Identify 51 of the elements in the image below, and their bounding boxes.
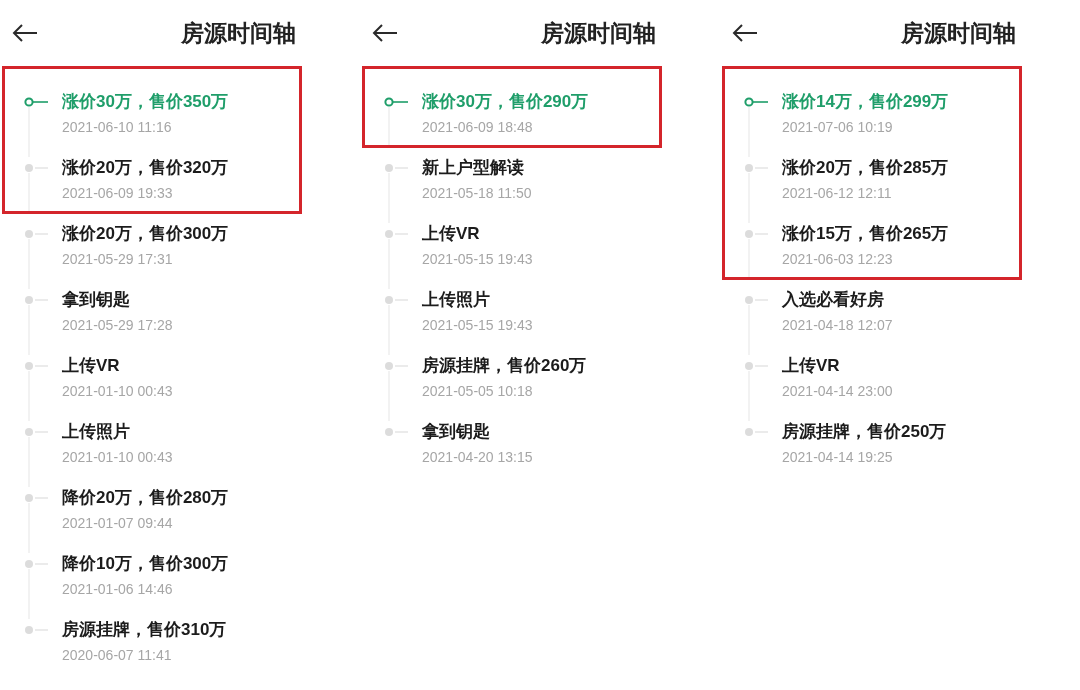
- event-time: 2021-05-29 17:31: [62, 250, 174, 269]
- event-title: 房源挂牌，售价310万: [62, 619, 227, 641]
- event-time: 2021-01-10 00:43: [62, 448, 173, 467]
- event-time: 2021-06-09 19:33: [62, 184, 174, 203]
- event-time: 2020-06-07 11:41: [62, 646, 173, 665]
- arrow-left-icon: [12, 23, 38, 43]
- event-title: 拿到钥匙: [62, 289, 131, 311]
- event-title: 上传VR: [782, 355, 841, 377]
- event-time: 2021-01-10 00:43: [62, 382, 173, 401]
- event-title: 降价10万，售价300万: [62, 553, 229, 575]
- event-time: 2021-01-07 09:44: [62, 514, 174, 533]
- event-title: 涨价30万，售价350万: [62, 91, 229, 113]
- page-title: 房源时间轴: [901, 19, 1016, 48]
- event-title: 新上户型解读: [422, 157, 525, 179]
- back-button[interactable]: [732, 23, 758, 43]
- event-time: 2021-04-18 12:07: [782, 316, 893, 335]
- back-button[interactable]: [372, 23, 398, 43]
- event-time: 2021-05-18 11:50: [422, 184, 532, 203]
- event-time: 2021-04-14 19:25: [782, 448, 894, 467]
- event-title: 拿到钥匙: [422, 421, 491, 443]
- event-time: 2021-05-29 17:28: [62, 316, 173, 335]
- event-title: 涨价15万，售价265万: [782, 223, 949, 245]
- event-time: 2021-06-03 12:23: [782, 250, 894, 269]
- event-title: 上传VR: [62, 355, 121, 377]
- arrow-left-icon: [732, 23, 758, 43]
- event-title: 涨价20万，售价320万: [62, 157, 229, 179]
- event-time: 2021-06-10 11:16: [62, 118, 173, 137]
- event-time: 2021-05-05 10:18: [422, 382, 534, 401]
- event-title: 上传照片: [62, 421, 131, 443]
- event-title: 上传VR: [422, 223, 481, 245]
- event-time: 2021-01-06 14:46: [62, 580, 174, 599]
- event-time: 2021-05-15 19:43: [422, 250, 533, 269]
- event-time: 2021-06-09 18:48: [422, 118, 534, 137]
- event-title: 涨价14万，售价299万: [782, 91, 949, 113]
- event-title: 上传照片: [422, 289, 491, 311]
- event-time: 2021-07-06 10:19: [782, 118, 894, 137]
- event-title: 房源挂牌，售价250万: [782, 421, 947, 443]
- event-time: 2021-04-14 23:00: [782, 382, 893, 401]
- event-title: 涨价30万，售价290万: [422, 91, 589, 113]
- event-title: 涨价20万，售价285万: [782, 157, 949, 179]
- page-title: 房源时间轴: [541, 19, 656, 48]
- event-time: 2021-04-20 13:15: [422, 448, 533, 467]
- event-title: 涨价20万，售价300万: [62, 223, 229, 245]
- event-time: 2021-06-12 12:11: [782, 184, 893, 203]
- event-time: 2021-05-15 19:43: [422, 316, 533, 335]
- event-title: 房源挂牌，售价260万: [422, 355, 587, 377]
- event-title: 降价20万，售价280万: [62, 487, 229, 509]
- event-title: 入选必看好房: [782, 289, 885, 311]
- page-title: 房源时间轴: [181, 19, 296, 48]
- back-button[interactable]: [12, 23, 38, 43]
- arrow-left-icon: [372, 23, 398, 43]
